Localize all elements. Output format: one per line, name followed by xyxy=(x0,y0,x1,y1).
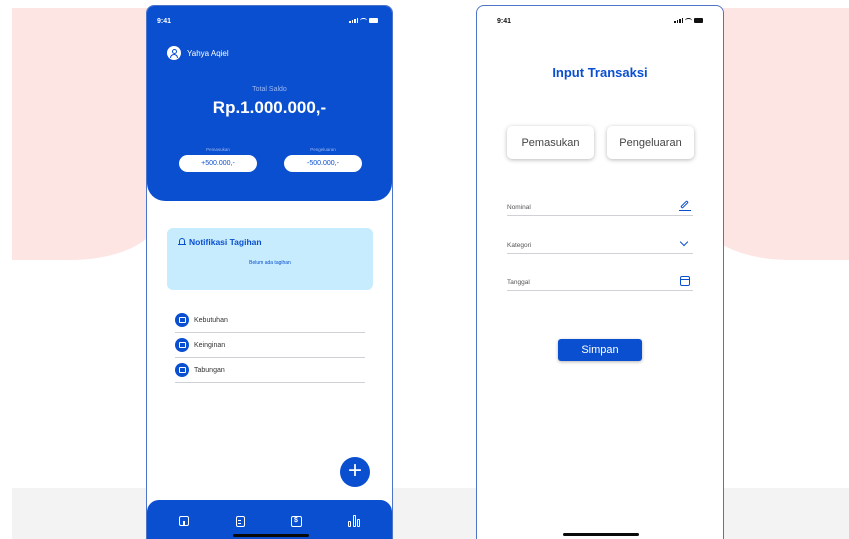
background-band-left xyxy=(12,8,160,260)
category-item-tabungan[interactable]: Tabungan xyxy=(175,358,365,383)
bell-icon xyxy=(178,237,186,247)
notification-title: Notifikasi Tagihan xyxy=(178,237,262,247)
user-profile[interactable]: Yahya Aqiel xyxy=(167,46,229,60)
expense-type-button[interactable]: Pengeluaran xyxy=(607,126,694,159)
total-balance-value: Rp.1.000.000,- xyxy=(212,98,327,117)
home-icon xyxy=(179,516,189,526)
notification-empty-text: Belum ada tagihan xyxy=(249,260,291,266)
calendar-icon[interactable] xyxy=(679,275,691,287)
nominal-input[interactable] xyxy=(507,200,667,214)
chart-bars-icon xyxy=(348,515,360,527)
wifi-icon xyxy=(685,18,692,23)
balance-header: 9:41 Yahya Aqiel Total Saldo Rp.1.000.00… xyxy=(147,6,392,201)
category-label: Keinginan xyxy=(194,341,226,349)
status-time: 9:41 xyxy=(497,18,512,25)
notification-title-text: Notifikasi Tagihan xyxy=(189,237,262,247)
nav-report[interactable] xyxy=(345,512,363,530)
income-type-button[interactable]: Pemasukan xyxy=(507,126,594,159)
pencil-icon[interactable] xyxy=(679,200,691,212)
gift-icon xyxy=(175,338,189,352)
nav-clipboard[interactable] xyxy=(231,512,249,530)
income-value[interactable]: +500.000,- xyxy=(179,155,257,172)
chevron-down-icon[interactable] xyxy=(679,237,691,250)
signal-icon xyxy=(674,18,683,23)
clipboard-icon xyxy=(235,515,245,527)
dashboard-screen: 9:41 Yahya Aqiel Total Saldo Rp.1.000.00… xyxy=(146,5,393,539)
date-input[interactable] xyxy=(507,275,667,289)
status-icons xyxy=(674,18,703,23)
signal-icon xyxy=(349,18,358,23)
battery-icon xyxy=(369,18,378,23)
nav-money[interactable]: $ xyxy=(287,512,305,530)
category-label: Kebutuhan xyxy=(194,316,228,324)
nominal-field xyxy=(507,200,693,216)
battery-icon xyxy=(694,18,703,23)
category-label: Tabungan xyxy=(194,366,225,374)
wifi-icon xyxy=(360,18,367,23)
basket-icon xyxy=(175,313,189,327)
page-title: Input Transaksi xyxy=(552,65,648,80)
income-label: Pemasukan xyxy=(206,147,230,152)
expense-value[interactable]: -500.000,- xyxy=(284,155,362,172)
status-time: 9:41 xyxy=(157,18,172,25)
nav-home[interactable] xyxy=(175,512,193,530)
status-bar: 9:41 xyxy=(147,6,392,28)
home-indicator xyxy=(233,534,309,537)
mockup-stage: 9:41 Yahya Aqiel Total Saldo Rp.1.000.00… xyxy=(0,0,849,539)
avatar-icon xyxy=(167,46,181,60)
coins-icon xyxy=(175,363,189,377)
category-field xyxy=(507,237,693,254)
dollar-icon: $ xyxy=(290,515,302,527)
status-icons xyxy=(349,18,378,23)
category-select[interactable] xyxy=(507,238,667,252)
total-balance-label: Total Saldo xyxy=(252,86,287,93)
add-transaction-button[interactable]: + xyxy=(340,457,370,487)
category-item-keinginan[interactable]: Keinginan xyxy=(175,333,365,358)
category-list: Kebutuhan Keinginan Tabungan xyxy=(175,308,365,383)
home-indicator xyxy=(563,533,639,536)
category-item-kebutuhan[interactable]: Kebutuhan xyxy=(175,308,365,333)
bill-notification-card[interactable]: Notifikasi Tagihan Belum ada tagihan xyxy=(167,228,373,290)
save-button[interactable]: Simpan xyxy=(558,339,642,361)
input-transaction-screen: 9:41 Input Transaksi Pemasukan Pengeluar… xyxy=(476,5,724,539)
date-field xyxy=(507,275,693,291)
status-bar: 9:41 xyxy=(477,6,723,28)
user-name: Yahya Aqiel xyxy=(187,48,229,58)
expense-label: Pengeluaran xyxy=(310,147,336,152)
